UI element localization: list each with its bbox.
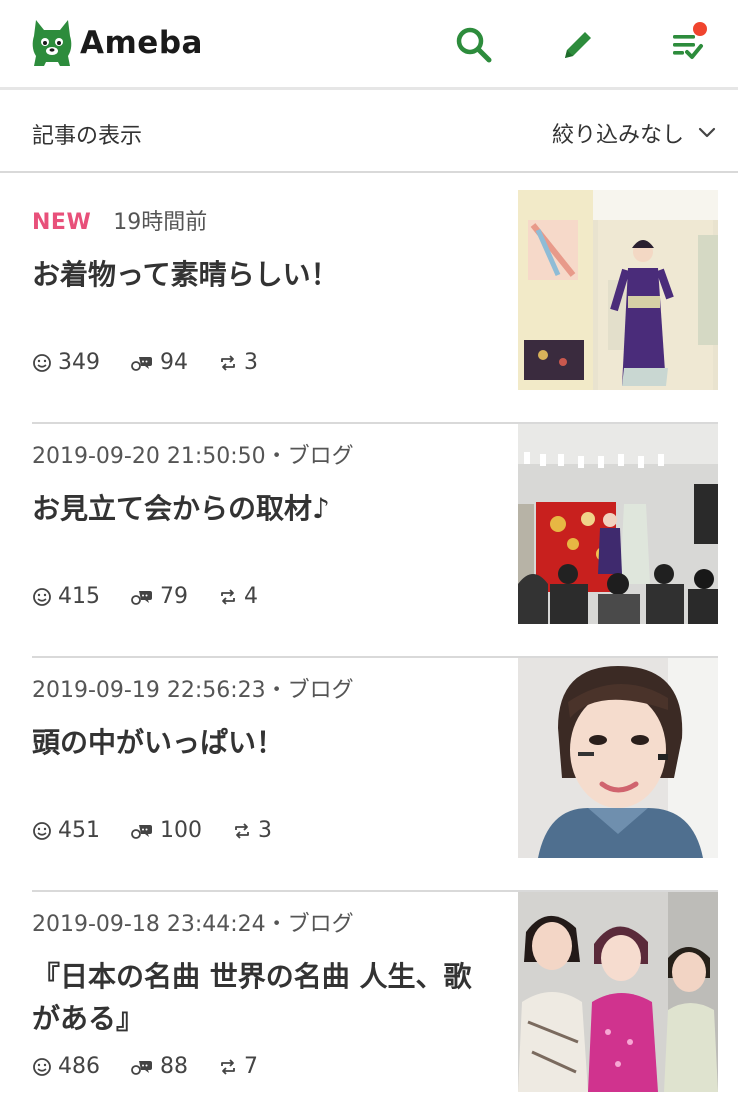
entry-title[interactable]: お見立て会からの取材♪ xyxy=(32,488,492,530)
reblog-count: 3 xyxy=(218,350,258,375)
smile-icon xyxy=(33,587,51,606)
entry-title[interactable]: 『日本の名曲 世界の名曲 人生、歌がある』 xyxy=(32,956,492,1040)
comment-bubble-icon xyxy=(131,590,152,605)
entry-meta: 2019-09-20 21:50:50・ブログ xyxy=(32,444,354,469)
filter-selected-value: 絞り込みなし xyxy=(551,123,684,148)
entry-stats: 486 88 7 xyxy=(32,1054,288,1079)
event-venue-photo xyxy=(518,424,718,624)
notification-dot xyxy=(693,22,707,36)
like-count: 486 xyxy=(32,1054,100,1079)
entry-meta: 2019-09-19 22:56:23・ブログ xyxy=(32,678,354,703)
new-badge: NEW xyxy=(32,210,92,235)
entry-meta: 2019-09-18 23:44:24・ブログ xyxy=(32,912,354,937)
search-icon xyxy=(456,27,492,63)
edit-pencil-icon xyxy=(565,32,591,58)
entry-stats: 349 94 3 xyxy=(32,350,288,375)
comment-bubble-icon xyxy=(131,824,152,839)
entry-item[interactable]: 2019-09-19 22:56:23・ブログ 頭の中がいっぱい！ 451 10… xyxy=(32,658,718,892)
filter-dropdown[interactable]: 絞り込みなし xyxy=(552,115,716,151)
kimono-shop-photo xyxy=(518,190,718,390)
comment-bubble-icon xyxy=(131,1060,152,1075)
reading-list-button[interactable] xyxy=(662,20,712,70)
app-header: Ameba xyxy=(0,0,738,90)
reblog-count: 7 xyxy=(218,1054,258,1079)
group-photo xyxy=(518,892,718,1092)
entry-item[interactable]: 2019-09-18 23:44:24・ブログ 『日本の名曲 世界の名曲 人生、… xyxy=(32,892,718,1108)
search-button[interactable] xyxy=(449,20,499,70)
smile-icon xyxy=(33,1057,51,1076)
entry-thumbnail[interactable] xyxy=(518,892,718,1092)
reblog-count: 3 xyxy=(232,818,272,843)
comment-count: 94 xyxy=(130,350,188,375)
chevron-down-icon xyxy=(698,127,716,138)
entry-stats: 415 79 4 xyxy=(32,584,288,609)
entry-title[interactable]: お着物って素晴らしい！ xyxy=(32,254,492,296)
like-count: 451 xyxy=(32,818,100,843)
write-post-button[interactable] xyxy=(553,20,603,70)
logo-text: Ameba xyxy=(80,25,203,61)
entry-meta: NEW 19時間前 xyxy=(32,204,207,236)
like-count: 415 xyxy=(32,584,100,609)
entry-thumbnail[interactable] xyxy=(518,658,718,858)
comment-count: 79 xyxy=(130,584,188,609)
comment-bubble-icon xyxy=(131,356,152,371)
smile-icon xyxy=(33,821,51,840)
entry-title[interactable]: 頭の中がいっぱい！ xyxy=(32,722,492,764)
entry-item[interactable]: NEW 19時間前 お着物って素晴らしい！ 349 94 3 xyxy=(32,190,718,424)
smile-icon xyxy=(33,353,51,372)
entry-thumbnail[interactable] xyxy=(518,424,718,624)
ameba-logo[interactable]: Ameba xyxy=(30,16,203,70)
entry-time: 19時間前 xyxy=(113,210,208,235)
reblog-icon xyxy=(221,354,235,371)
filter-bar: 記事の表示 絞り込みなし xyxy=(0,93,738,173)
entry-thumbnail[interactable] xyxy=(518,190,718,390)
selfie-photo xyxy=(518,658,718,858)
reblog-count: 4 xyxy=(218,584,258,609)
filter-label: 記事の表示 xyxy=(32,124,143,149)
like-count: 349 xyxy=(32,350,100,375)
reblog-icon xyxy=(235,822,249,839)
ameba-mascot-icon xyxy=(32,20,72,66)
entry-stats: 451 100 3 xyxy=(32,818,302,843)
reblog-icon xyxy=(221,588,235,605)
reblog-icon xyxy=(221,1058,235,1075)
comment-count: 88 xyxy=(130,1054,188,1079)
entry-item[interactable]: 2019-09-20 21:50:50・ブログ お見立て会からの取材♪ 415 … xyxy=(32,424,718,658)
comment-count: 100 xyxy=(130,818,202,843)
